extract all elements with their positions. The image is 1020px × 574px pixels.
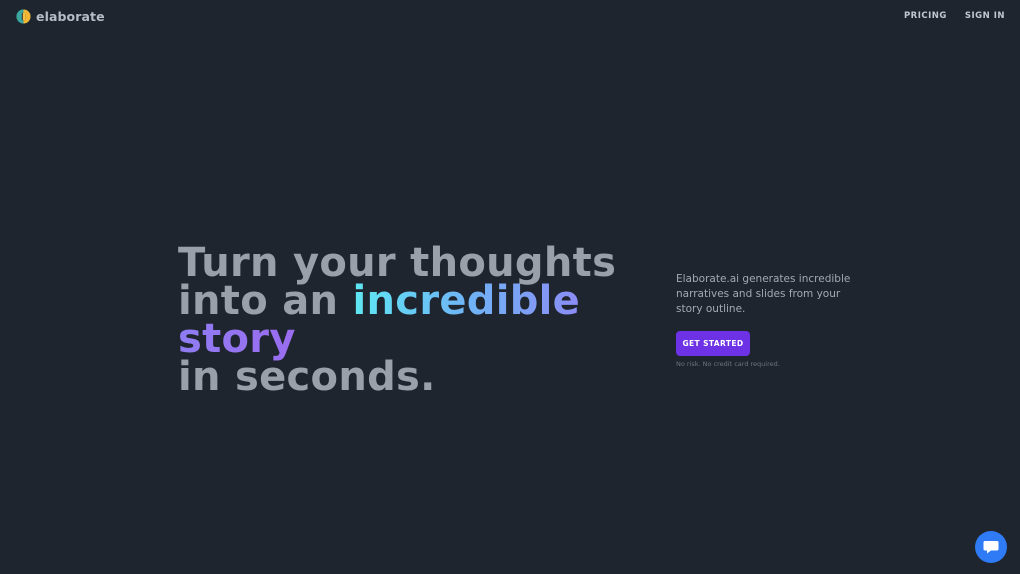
headline-line-4: in seconds. [178,354,436,400]
headline-line-2: into an incredible [178,281,616,321]
headline-line-3: story [178,319,616,359]
chat-bubble-icon [983,541,999,554]
brand-name: elaborate [36,9,105,24]
landing-page: elaborate PRICING SIGN IN Turn your thou… [0,0,1020,574]
nav-pricing-link[interactable]: PRICING [904,11,947,21]
top-nav: PRICING SIGN IN [904,11,1005,21]
get-started-button[interactable]: GET STARTED [676,331,750,356]
hero-fineprint: No risk. No credit card required. [676,360,780,368]
headline-highlight-incredible: incredible [352,278,581,324]
elaborate-logo-icon [16,9,31,24]
headline-line-1: Turn your thoughts [178,240,617,286]
nav-sign-in-link[interactable]: SIGN IN [965,11,1005,21]
brand-home-link[interactable]: elaborate [16,9,105,24]
hero-headline: Turn your thoughts into an incredible st… [178,240,617,400]
chat-launcher-button[interactable] [975,531,1007,563]
site-header: elaborate PRICING SIGN IN [0,0,1020,34]
hero-description: Elaborate.ai generates incredible narrat… [676,273,851,315]
